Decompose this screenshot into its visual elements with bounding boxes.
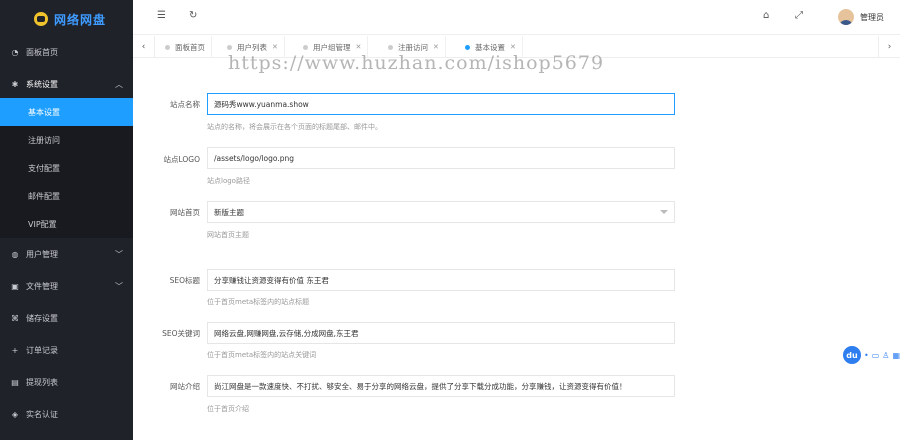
site-intro-textarea[interactable]: 尚江网盘是一款速度快、不打扰、够安全、易于分享的网络云盘，提供了分享下载分成功能… xyxy=(207,375,675,397)
user-icon: ◍ xyxy=(11,249,19,259)
du-badge-icon[interactable]: du xyxy=(842,346,861,364)
monitor-icon[interactable]: ▭ xyxy=(872,351,880,360)
seo-title-hint: 位于首页meta标签内的站点标题 xyxy=(207,298,310,306)
chevron-up-icon: ︿ xyxy=(115,79,123,89)
sidebar-item-label: 系统设置 xyxy=(26,79,58,89)
sidebar-subitem-basic-settings[interactable]: 基本设置 xyxy=(0,98,133,126)
site-logo-input[interactable]: /assets/logo/logo.png xyxy=(207,147,675,169)
tab-label: 基本设置 xyxy=(475,42,505,52)
close-icon[interactable]: ✕ xyxy=(433,43,439,51)
home-theme-select[interactable]: 新版主题 xyxy=(207,201,675,223)
site-logo-hint: 站点logo路径 xyxy=(207,177,250,185)
site-name-label: 站点名称 xyxy=(170,100,200,109)
sidebar-item-order-records[interactable]: + 订单记录 xyxy=(0,336,133,364)
logo-icon xyxy=(34,12,48,26)
menu-toggle-icon[interactable]: ☰ xyxy=(157,10,166,21)
home-icon[interactable]: ⌂ xyxy=(763,10,769,21)
logo[interactable]: 网络网盘 xyxy=(0,0,133,38)
sidebar-item-label: 用户管理 xyxy=(26,249,58,259)
logo-text: 网络网盘 xyxy=(54,12,107,27)
sidebar-item-file-management[interactable]: ▣ 文件管理 ﹀ xyxy=(0,272,133,300)
seo-keywords-hint: 位于首页meta标签内的站点关键词 xyxy=(207,351,317,359)
site-intro-hint: 位于首页介绍 xyxy=(207,405,249,413)
system-settings-submenu: 基本设置 注册访问 支付配置 邮件配置 VIP配置 xyxy=(0,98,133,238)
sidebar-subitem-vip-config[interactable]: VIP配置 xyxy=(0,210,133,238)
tab-label: 用户组管理 xyxy=(313,42,351,52)
verify-icon: ◈ xyxy=(11,409,19,419)
admin-menu[interactable]: 管理员 xyxy=(838,9,884,25)
withdraw-icon: ▤ xyxy=(11,377,19,387)
home-theme-value: 新版主题 xyxy=(214,207,244,217)
sidebar-item-label: 文件管理 xyxy=(26,281,58,291)
site-name-hint: 站点的名称，将会展示在各个页面的标题尾部、邮件中。 xyxy=(207,123,382,131)
close-icon[interactable]: ✕ xyxy=(272,43,278,51)
tab-dot xyxy=(165,44,170,50)
app-root: 网络网盘 ◔ 面板首页 ✱ 系统设置 ︿ 基本设置 注册访问 支付配置 邮件配置… xyxy=(0,0,900,440)
dropdown-arrow-icon xyxy=(660,210,668,214)
site-intro-label: 网站介绍 xyxy=(170,382,200,391)
tab-dashboard[interactable]: 面板首页 xyxy=(159,36,212,58)
tabs-scroll-right-icon[interactable]: › xyxy=(878,36,900,58)
dashboard-icon: ◔ xyxy=(11,47,19,57)
close-icon[interactable]: ✕ xyxy=(356,43,362,51)
sidebar-item-label: 实名认证 xyxy=(26,409,58,419)
watermark: https://www.huzhan.com/ishop5679 xyxy=(228,52,605,74)
sidebar-item-label: 提现列表 xyxy=(26,377,58,387)
admin-label: 管理员 xyxy=(860,12,884,22)
seo-keywords-label: SEO关键词 xyxy=(162,329,200,338)
tab-dot xyxy=(388,44,393,50)
sidebar-item-storage-settings[interactable]: ⌘ 储存设置 xyxy=(0,304,133,332)
chevron-down-icon: ﹀ xyxy=(115,281,123,291)
chevron-down-icon: ﹀ xyxy=(115,249,123,259)
avatar xyxy=(838,9,854,25)
top-header: ☰ ↻ ⌂ ⤢ 管理员 xyxy=(133,0,900,35)
sidebar-item-withdraw-list[interactable]: ▤ 提现列表 xyxy=(0,368,133,396)
tab-label: 用户列表 xyxy=(237,42,267,52)
storage-icon: ⌘ xyxy=(11,313,19,323)
seo-title-input[interactable]: 分享赚钱让资源变得有价值 东王君 xyxy=(207,269,675,291)
sidebar-item-system-settings[interactable]: ✱ 系统设置 ︿ xyxy=(0,70,133,98)
sidebar: 网络网盘 ◔ 面板首页 ✱ 系统设置 ︿ 基本设置 注册访问 支付配置 邮件配置… xyxy=(0,0,133,440)
refresh-icon[interactable]: ↻ xyxy=(189,10,197,21)
floating-toolbar: du • ▭ ♙ ▦ xyxy=(842,345,900,365)
tabs-scroll-left-icon[interactable]: ‹ xyxy=(133,36,155,58)
file-icon: ▣ xyxy=(11,281,19,291)
home-theme-hint: 网站首页主题 xyxy=(207,231,249,239)
sidebar-subitem-mail-config[interactable]: 邮件配置 xyxy=(0,182,133,210)
dot-settings-icon[interactable]: • xyxy=(864,351,869,360)
order-icon: + xyxy=(11,345,19,355)
sidebar-subitem-register-access[interactable]: 注册访问 xyxy=(0,126,133,154)
basic-settings-form: 站点名称 源码秀www.yuanma.show 站点的名称，将会展示在各个页面的… xyxy=(133,59,900,440)
seo-title-label: SEO标题 xyxy=(169,276,200,285)
home-theme-label: 网站首页 xyxy=(170,208,200,217)
sidebar-item-label: 储存设置 xyxy=(26,313,58,323)
sidebar-item-label: 订单记录 xyxy=(26,345,58,355)
tab-dot xyxy=(303,44,308,50)
tab-label: 面板首页 xyxy=(175,42,205,52)
sidebar-subitem-payment-config[interactable]: 支付配置 xyxy=(0,154,133,182)
person-icon[interactable]: ♙ xyxy=(882,351,889,360)
seo-keywords-input[interactable]: 网络云盘,网赚网盘,云存储,分成网盘,东王君 xyxy=(207,322,675,344)
tab-dot xyxy=(227,44,232,50)
sidebar-item-dashboard[interactable]: ◔ 面板首页 xyxy=(0,38,133,66)
sidebar-item-user-management[interactable]: ◍ 用户管理 ﹀ xyxy=(0,240,133,268)
fullscreen-icon[interactable]: ⤢ xyxy=(795,10,803,21)
gear-icon: ✱ xyxy=(11,79,19,89)
sidebar-item-label: 面板首页 xyxy=(26,47,58,57)
tab-dot xyxy=(465,44,470,50)
close-icon[interactable]: ✕ xyxy=(510,43,516,51)
tab-label: 注册访问 xyxy=(398,42,428,52)
sidebar-item-real-name-auth[interactable]: ◈ 实名认证 xyxy=(0,400,133,428)
grid-icon[interactable]: ▦ xyxy=(892,351,900,360)
site-name-input[interactable]: 源码秀www.yuanma.show xyxy=(207,93,675,115)
site-logo-label: 站点LOGO xyxy=(163,155,200,164)
